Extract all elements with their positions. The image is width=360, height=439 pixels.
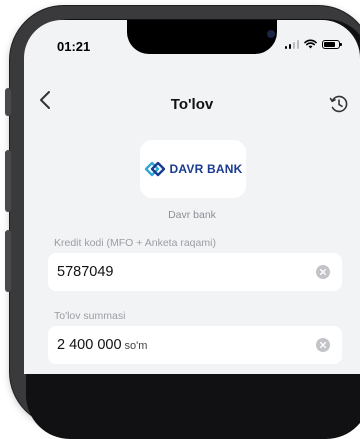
bank-name: Davr bank xyxy=(168,209,216,221)
camera-icon xyxy=(267,30,275,38)
wifi-icon xyxy=(304,39,317,49)
amount-number: 2 400 000 xyxy=(57,337,122,353)
battery-icon xyxy=(322,39,342,49)
bank-logo-text: DAVR BANK xyxy=(169,162,243,176)
status-icons xyxy=(284,39,342,49)
app-screen: 01:21 To'lov DAVR BANK Davr bank Kredit … xyxy=(24,20,360,374)
bank-logo: DAVR BANK xyxy=(140,140,246,198)
volume-down-button xyxy=(5,230,11,292)
amount-field[interactable]: 2 400 000 so'm xyxy=(48,326,342,364)
amount-label: To'lov summasi xyxy=(54,310,126,322)
history-clock-icon[interactable] xyxy=(328,93,350,115)
page-title: To'lov xyxy=(170,96,214,113)
clear-icon[interactable] xyxy=(316,265,330,279)
amount-value[interactable]: 2 400 000 so'm xyxy=(57,337,147,353)
status-time: 01:21 xyxy=(57,39,91,54)
mute-switch xyxy=(5,88,11,116)
volume-up-button xyxy=(5,150,11,212)
amount-unit: so'm xyxy=(124,340,148,352)
nav-bar: To'lov xyxy=(24,80,360,120)
credit-code-label: Kredit kodi (MFO + Anketa raqami) xyxy=(54,237,216,249)
davr-bank-logo-icon xyxy=(144,161,165,177)
clear-icon[interactable] xyxy=(316,338,330,352)
notch xyxy=(127,20,277,54)
credit-code-field[interactable]: 5787049 xyxy=(48,253,342,291)
credit-code-value[interactable]: 5787049 xyxy=(57,264,113,280)
signal-icon xyxy=(284,39,299,49)
